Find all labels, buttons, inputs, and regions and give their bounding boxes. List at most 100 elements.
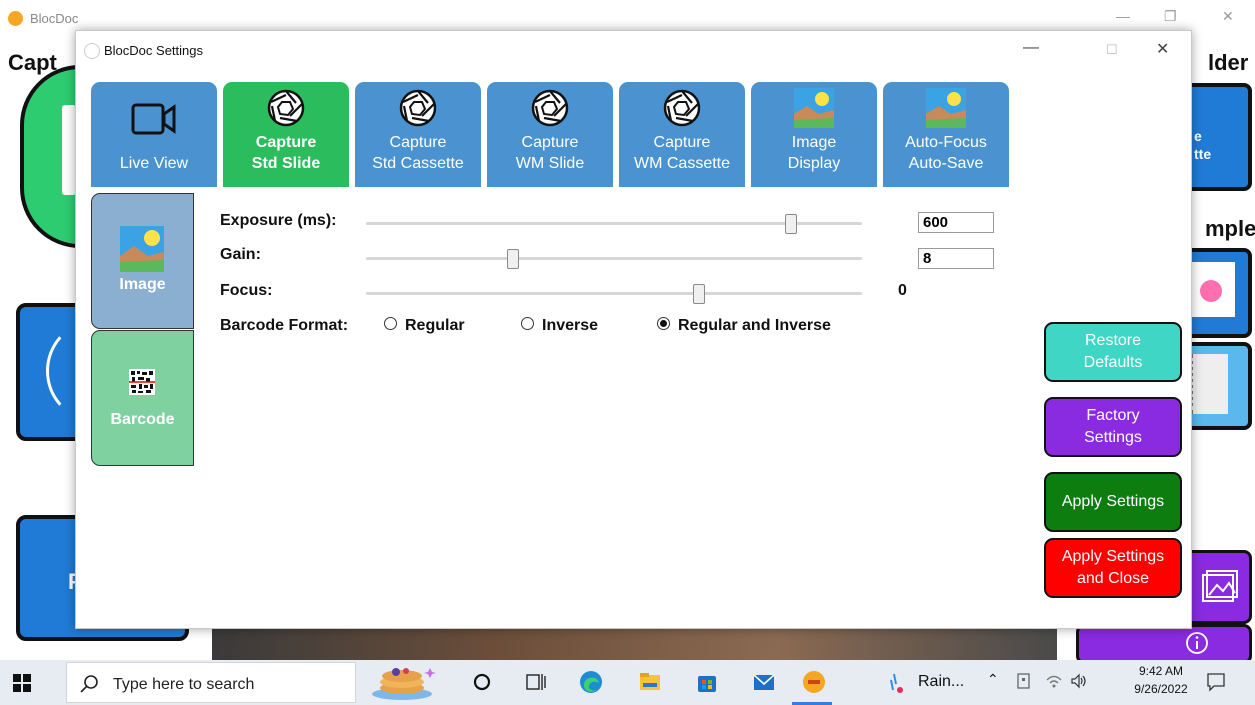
- clock-time[interactable]: 9:42 AM: [1126, 664, 1196, 678]
- tab-label-line2: Auto-Save: [908, 155, 984, 172]
- background-app-title: BlocDoc: [30, 11, 79, 26]
- side-tab-barcode-label: Barcode: [110, 411, 175, 428]
- gain-slider-track[interactable]: [366, 257, 862, 260]
- factory-settings-button[interactable]: Factory Settings: [1044, 397, 1182, 457]
- background-titlebar: BlocDoc — ❐ ✕: [0, 0, 1255, 30]
- settings-window-title: BlocDoc Settings: [104, 43, 203, 58]
- show-hidden-icons-icon[interactable]: ⌃: [987, 671, 999, 688]
- background-camera-preview: [212, 625, 1057, 661]
- background-heading-right-2: mple: [1205, 216, 1255, 241]
- apply-settings-label: Apply Settings: [1061, 493, 1165, 510]
- tab-label: Image Display: [751, 132, 877, 174]
- tab-label-line1: Image: [791, 134, 837, 151]
- tab-label-line1: Capture: [389, 134, 447, 151]
- tab-capture-wm-slide[interactable]: Capture WM Slide: [487, 82, 613, 187]
- exposure-label: Exposure (ms):: [220, 212, 337, 229]
- settings-window-icon: [84, 43, 100, 59]
- tab-label: Live View: [91, 132, 217, 174]
- radio-regular[interactable]: Regular: [384, 317, 465, 335]
- background-close-icon[interactable]: ✕: [1222, 8, 1234, 25]
- background-capture-bar: [62, 105, 76, 195]
- weather-text[interactable]: Rain...: [918, 673, 964, 691]
- meet-now-icon[interactable]: [1016, 672, 1034, 690]
- tab-label-line1: Auto-Focus: [905, 134, 987, 151]
- tab-label-line2: Live View: [119, 155, 189, 172]
- side-tab-barcode[interactable]: Barcode: [91, 330, 194, 466]
- tab-label-line2: Std Cassette: [372, 155, 464, 172]
- background-maximize-icon[interactable]: ❐: [1164, 8, 1177, 25]
- apply-settings-and-close-button[interactable]: Apply Settings and Close: [1044, 538, 1182, 598]
- camera-aperture-icon: [663, 89, 701, 127]
- volume-icon[interactable]: [1070, 672, 1088, 690]
- radio-regular-and-inverse-dot: [657, 317, 670, 330]
- tab-image-display[interactable]: Image Display: [751, 82, 877, 187]
- radio-regular-and-inverse[interactable]: Regular and Inverse: [657, 317, 831, 335]
- weather-rain-icon[interactable]: [886, 670, 910, 694]
- mail-icon[interactable]: [752, 670, 776, 694]
- tab-label: Capture Std Cassette: [355, 132, 481, 174]
- tab-auto-focus-auto-save[interactable]: Auto-Focus Auto-Save: [883, 82, 1009, 187]
- factory-settings-label: Factory Settings: [1084, 407, 1142, 446]
- tab-label-line1: Capture: [521, 134, 579, 151]
- close-icon[interactable]: ✕: [1156, 39, 1169, 59]
- tab-capture-std-cassette[interactable]: Capture Std Cassette: [355, 82, 481, 187]
- windows-start-icon[interactable]: [12, 673, 32, 693]
- gain-label: Gain:: [220, 246, 261, 263]
- restore-defaults-label: Restore Defaults: [1083, 332, 1143, 371]
- tab-label-line2: Std Slide: [251, 155, 321, 172]
- tab-capture-wm-cassette[interactable]: Capture WM Cassette: [619, 82, 745, 187]
- maximize-icon[interactable]: ☐: [1106, 42, 1118, 58]
- minimize-icon[interactable]: —: [1023, 39, 1039, 57]
- barcode-format-label: Barcode Format:: [220, 317, 349, 334]
- restore-defaults-button[interactable]: Restore Defaults: [1044, 322, 1182, 382]
- gain-input[interactable]: 8: [918, 248, 994, 269]
- background-heading-right: lder: [1208, 50, 1249, 75]
- focus-slider-track[interactable]: [366, 292, 862, 295]
- tab-capture-std-slide[interactable]: Capture Std Slide: [223, 82, 349, 187]
- background-info-button[interactable]: [1076, 624, 1252, 664]
- radio-inverse-dot: [521, 317, 534, 330]
- edge-browser-icon[interactable]: [579, 670, 603, 694]
- tab-label-line2: WM Cassette: [633, 155, 730, 172]
- focus-value: 0: [898, 282, 907, 299]
- side-tab-image[interactable]: Image: [91, 193, 194, 329]
- apply-settings-and-close-label: Apply Settings and Close: [1061, 548, 1165, 587]
- apply-settings-button[interactable]: Apply Settings: [1044, 472, 1182, 532]
- side-tab-image-label: Image: [119, 276, 166, 293]
- tab-label-line1: Capture: [653, 134, 711, 151]
- tab-live-view[interactable]: Live View: [91, 82, 217, 187]
- exposure-input[interactable]: 600: [918, 212, 994, 233]
- exposure-slider-thumb[interactable]: [785, 214, 798, 234]
- cortana-icon[interactable]: [470, 670, 494, 694]
- taskbar-search-box[interactable]: Type here to search: [66, 662, 356, 703]
- info-icon: [1186, 632, 1208, 654]
- tab-label-line2: Display: [787, 155, 841, 172]
- radio-regular-and-inverse-label: Regular and Inverse: [678, 317, 831, 334]
- file-explorer-icon[interactable]: [638, 670, 662, 694]
- landscape-image-icon: [794, 88, 834, 128]
- pancake-widget-icon[interactable]: [368, 664, 440, 702]
- search-icon: [80, 675, 98, 693]
- camera-aperture-icon: [531, 89, 569, 127]
- camera-aperture-icon: [267, 89, 305, 127]
- clock-date[interactable]: 9/26/2022: [1124, 682, 1198, 696]
- radio-inverse-label: Inverse: [542, 317, 599, 334]
- notifications-icon[interactable]: [1205, 671, 1227, 693]
- radio-regular-dot: [384, 317, 397, 330]
- radio-inverse[interactable]: Inverse: [521, 317, 598, 335]
- taskbar-search-placeholder: Type here to search: [113, 676, 255, 693]
- camera-aperture-icon: [399, 89, 437, 127]
- gain-slider-thumb[interactable]: [507, 249, 520, 269]
- taskbar: Type here to search Rain... ⌃ 9:42 AM 9/…: [0, 660, 1255, 705]
- task-view-icon[interactable]: [524, 670, 548, 694]
- tab-label-line2: WM Slide: [515, 155, 585, 172]
- microsoft-store-icon[interactable]: [695, 670, 719, 694]
- blocdoc-app-icon[interactable]: [802, 670, 826, 694]
- background-minimize-icon[interactable]: —: [1116, 8, 1130, 24]
- blocdoc-logo-icon: [8, 11, 23, 26]
- focus-slider-thumb[interactable]: [693, 284, 706, 304]
- tab-label: Capture WM Cassette: [619, 132, 745, 174]
- barcode-icon: [129, 369, 155, 395]
- wifi-icon[interactable]: [1045, 672, 1063, 690]
- video-camera-icon: [131, 103, 176, 135]
